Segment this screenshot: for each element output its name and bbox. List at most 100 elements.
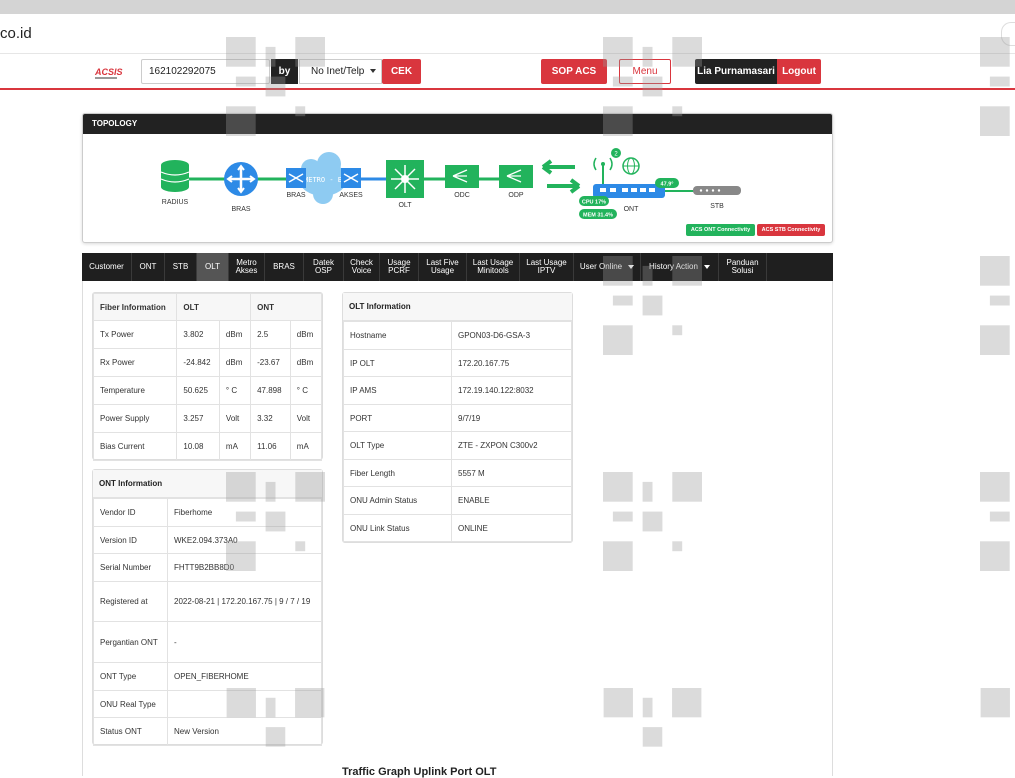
qr-watermark-icon [980,256,1010,355]
row-value: 172.20.167.75 [451,349,572,377]
fiber-info-panel: Fiber Information OLT ONT Tx Power 3.802… [92,292,323,461]
tab-usage-pcrf[interactable]: Usage PCRF [380,253,419,281]
unit: Volt [218,404,252,433]
acsis-logo[interactable]: ACSIS [95,67,123,77]
node-label-bras: BRAS [231,206,250,213]
olt-value: 50.625 [176,376,220,405]
fiber-info-table: Fiber Information OLT ONT Tx Power 3.802… [92,293,323,461]
topology-panel: TOPOLOGY RADIUS BRAS METRO - E BRAS AKSE… [82,113,833,243]
table-row: IP OLT 172.20.167.75 [343,349,572,377]
olt-value: 3.257 [176,404,220,433]
tab-last-usage-minitools[interactable]: Last Usage Minitools [467,253,520,281]
address-bar[interactable]: co.id [0,14,1015,54]
bras-switch-icon [286,168,306,188]
row-label: ONU Real Type [93,690,168,718]
olt-info-title: OLT Information [343,293,572,321]
tab-stb[interactable]: STB [165,253,197,281]
cpu-value: CPU 17% [582,200,606,206]
akses-switch-icon [341,168,361,188]
tab-bar: Customer ONT STB OLT Metro Akses BRAS Da… [82,253,833,281]
qr-watermark-icon [980,688,1010,718]
table-row: Pergantian ONT - [93,621,322,663]
olt-header: OLT [176,293,252,321]
row-label: Tx Power [92,320,178,349]
row-value: 9/7/19 [451,404,572,432]
sop-acs-button[interactable]: SOP ACS [541,59,607,84]
unit: ° C [289,376,323,405]
qr-watermark-icon [603,472,702,571]
ont-value: -23.67 [250,348,291,377]
tab-datek-osp[interactable]: Datek OSP [304,253,344,281]
row-label: Temperature [92,376,178,405]
tab-olt[interactable]: OLT [197,253,229,281]
row-label: Rx Power [92,348,178,377]
node-label-akses: AKSES [339,192,363,199]
row-value: - [167,621,322,663]
node-label-olt: OLT [398,202,412,209]
unit: dBm [289,348,323,377]
traffic-graph-title: Traffic Graph Uplink Port OLT [342,766,497,778]
unit: Volt [289,404,323,433]
tab-ont[interactable]: ONT [132,253,165,281]
row-label: ONT Type [93,662,168,691]
tab-check-voice[interactable]: Check Voice [344,253,380,281]
row-label: IP AMS [343,376,452,405]
node-label-odc: ODC [454,192,470,199]
row-value: 2022-08-21 | 172.20.167.75 | 9 / 7 / 19 [167,581,322,622]
odp-splitter-icon [499,165,533,188]
node-label-ont: ONT [624,206,640,213]
stb-connectivity-badge[interactable]: ACS STB Connectivity [757,224,825,236]
row-label: Version ID [93,526,168,554]
qr-watermark-icon [980,472,1010,571]
qr-watermark-icon [980,37,1010,136]
table-row: ONU Link Status ONLINE [343,514,572,542]
row-label: Fiber Length [343,459,452,487]
unit: dBm [218,348,252,377]
mem-value: MEM 31.4% [583,213,613,219]
stb-device-icon [693,186,741,195]
cek-button[interactable]: CEK [382,59,421,84]
node-label-bras-2: BRAS [286,192,305,199]
table-row: Temperature 50.625 ° C 47.898 ° C [92,376,323,405]
sync-arrows-icon [541,159,581,194]
ont-connectivity-badge[interactable]: ACS ONT Connectivity [686,224,755,236]
logout-button[interactable]: Logout [777,59,821,84]
row-label: OLT Type [343,431,452,460]
tab-last-usage-iptv[interactable]: Last Usage IPTV [520,253,574,281]
tab-last-five-usage[interactable]: Last Five Usage [419,253,467,281]
row-label: Pergantian ONT [93,621,168,663]
user-name[interactable]: Lia Purnamasari [695,59,777,84]
row-label: Bias Current [92,432,178,461]
row-label: ONU Link Status [343,514,452,542]
row-value: ONLINE [451,514,572,542]
tab-customer[interactable]: Customer [82,253,132,281]
tab-panduan-solusi[interactable]: Panduan Solusi [719,253,767,281]
ont-value: 47.898 [250,376,291,405]
olt-icon [386,160,424,198]
row-label: IP OLT [343,349,452,377]
row-value: 172.19.140.122:8032 [451,376,572,405]
row-label: Vendor ID [93,498,168,527]
row-label: ONU Admin Status [343,486,452,515]
browser-tab-strip [0,0,1015,14]
qr-watermark-icon [226,37,325,136]
olt-value: 10.08 [176,432,220,461]
node-label-metro: METRO - E [304,176,342,184]
chevron-down-icon [703,265,710,269]
ont-value: 2.5 [250,320,291,349]
globe-icon [622,157,640,175]
node-label-radius: RADIUS [162,199,189,206]
topology-title: TOPOLOGY [83,114,832,134]
radius-db-icon [160,160,190,192]
table-row: Bias Current 10.08 mA 11.06 mA [92,432,323,461]
row-value: ENABLE [451,486,572,515]
url-text: co.id [0,25,32,42]
olt-value: -24.842 [176,348,220,377]
table-row: Power Supply 3.257 Volt 3.32 Volt [92,404,323,433]
tab-bras[interactable]: BRAS [265,253,304,281]
router-icon [224,162,258,196]
row-label: Status ONT [93,717,168,746]
qr-watermark-icon [603,688,702,747]
tab-metro-akses[interactable]: Metro Akses [229,253,265,281]
row-value: GPON03-D6-GSA-3 [451,321,572,350]
